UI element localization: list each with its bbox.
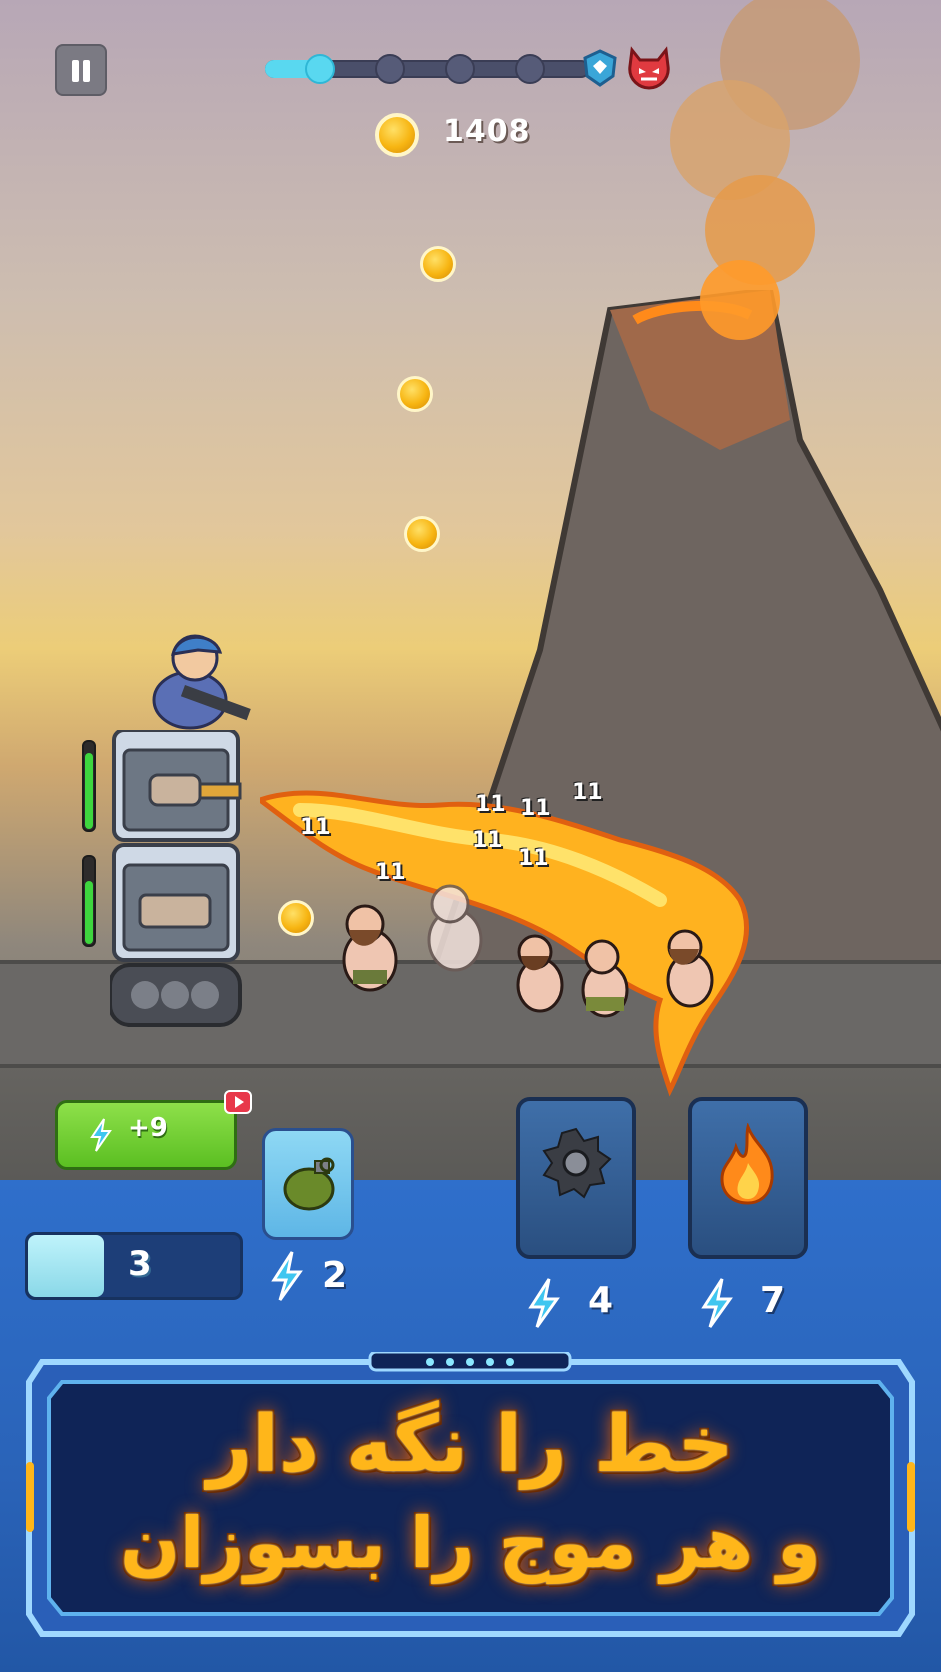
banner-line-2: و هر موج را بسوزان <box>120 1502 821 1584</box>
wave-node <box>375 54 405 84</box>
saw-blade-cost: 4 <box>588 1280 614 1321</box>
coin-pickup[interactable] <box>404 516 440 552</box>
soldier-hero <box>152 634 251 730</box>
caveman-enemy[interactable] <box>420 880 490 990</box>
coin-count: 1408 <box>443 114 531 149</box>
fire-icon <box>720 1123 774 1205</box>
pause-button[interactable] <box>55 44 107 96</box>
saw-blade-icon <box>542 1127 612 1199</box>
wave-node <box>305 54 335 84</box>
damage-number: 11 <box>472 828 503 853</box>
energy-bonus-label: +9 <box>128 1113 168 1143</box>
damage-number: 11 <box>300 815 331 840</box>
banner-line-1: خط را نگه دار <box>207 1400 734 1490</box>
tower-health-fill <box>85 753 93 829</box>
player-tower <box>110 730 242 1027</box>
tower-health-fill <box>85 880 93 944</box>
lightning-icon <box>701 1278 733 1328</box>
coin-pickup[interactable] <box>420 246 456 282</box>
coin-icon <box>375 113 419 157</box>
caveman-enemy[interactable] <box>655 925 725 1035</box>
mana-bar-fill <box>28 1235 104 1297</box>
grenade-cost: 2 <box>322 1255 348 1296</box>
tower-health-bar <box>82 740 96 832</box>
damage-number: 11 <box>375 860 406 885</box>
grenade-card[interactable] <box>262 1128 354 1240</box>
boss-demon-icon <box>628 46 670 90</box>
video-ad-icon <box>224 1090 252 1114</box>
lightning-icon <box>271 1251 303 1301</box>
damage-number: 11 <box>520 796 551 821</box>
wave-node <box>445 54 475 84</box>
caveman-enemy[interactable] <box>570 935 640 1045</box>
caveman-enemy[interactable] <box>335 900 405 1010</box>
volcano-smoke <box>670 0 860 340</box>
saw-blade-card[interactable] <box>516 1097 636 1259</box>
damage-number: 11 <box>572 780 603 805</box>
fire-card[interactable] <box>688 1097 808 1259</box>
promo-banner-frame <box>26 1352 915 1637</box>
grenade-icon <box>283 1157 335 1211</box>
damage-number: 11 <box>475 792 506 817</box>
battle-scene: 1408 11 11 11 11 11 11 11 <box>0 0 941 1180</box>
wave-node <box>515 54 545 84</box>
coin-pickup[interactable] <box>397 376 433 412</box>
caveman-enemy[interactable] <box>505 930 575 1040</box>
damage-number: 11 <box>518 846 549 871</box>
lightning-icon <box>528 1278 560 1328</box>
mana-count: 3 <box>128 1244 152 1284</box>
tower-health-bar <box>82 855 96 947</box>
fire-cost: 7 <box>760 1280 786 1321</box>
lightning-icon <box>90 1118 112 1152</box>
boss-shield-icon <box>583 49 617 87</box>
